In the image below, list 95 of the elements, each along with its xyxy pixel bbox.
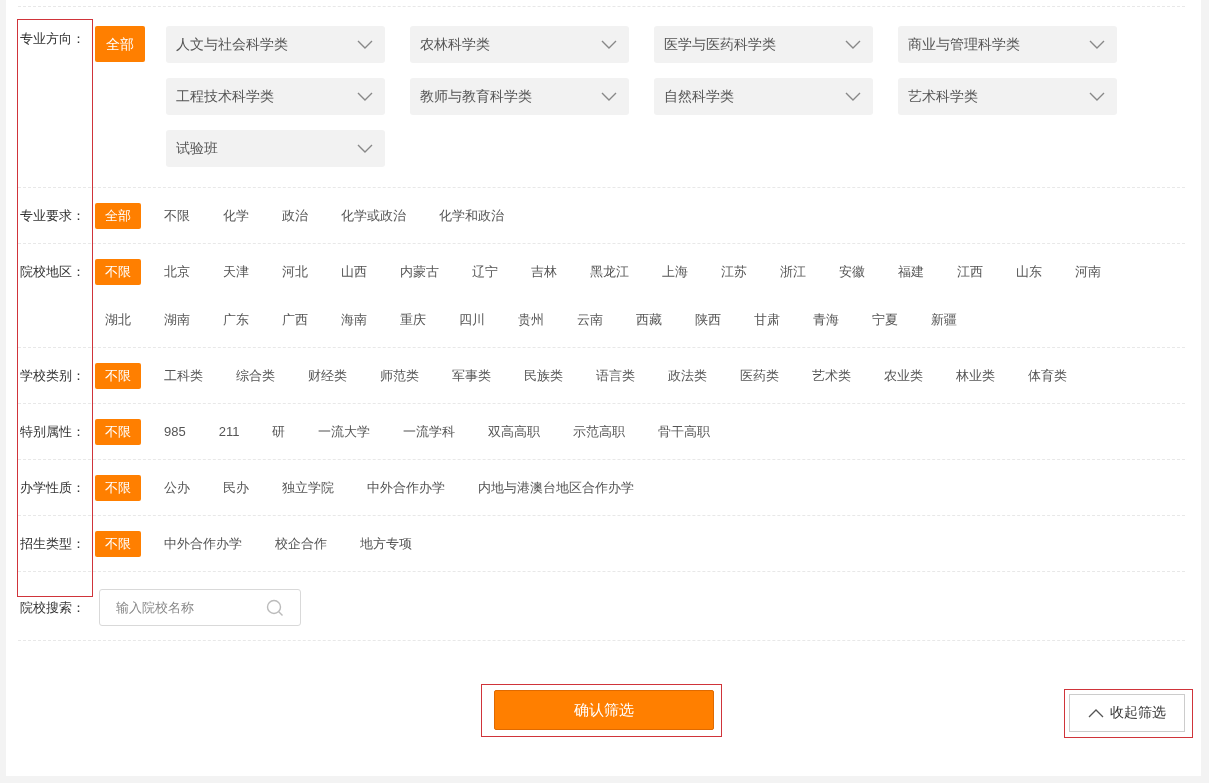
filter-option[interactable]: 民族类 [514, 363, 573, 389]
filter-option[interactable]: 林业类 [946, 363, 1005, 389]
filter-option[interactable]: 中外合作办学 [154, 531, 252, 557]
chevron-down-icon [1089, 91, 1105, 102]
filter-option[interactable]: 政法类 [658, 363, 717, 389]
filter-option[interactable]: 湖北 [95, 307, 141, 333]
filter-option[interactable]: 青海 [803, 307, 849, 333]
filter-option[interactable]: 一流学科 [393, 419, 466, 445]
filter-option[interactable]: 山东 [1006, 259, 1052, 285]
filter-option[interactable]: 甘肃 [744, 307, 790, 333]
category-dropdown[interactable]: 农林科学类 [410, 26, 629, 63]
filter-option[interactable]: 贵州 [508, 307, 554, 333]
category-dropdown[interactable]: 自然科学类 [654, 78, 873, 115]
filter-option[interactable]: 山西 [331, 259, 377, 285]
collapse-filter-button[interactable]: 收起筛选 [1069, 694, 1185, 732]
filter-option[interactable]: 艺术类 [802, 363, 861, 389]
category-dropdown[interactable]: 工程技术科学类 [166, 78, 385, 115]
filter-label: 办学性质： [20, 479, 86, 497]
school-search-field[interactable]: 输入院校名称 [99, 589, 301, 626]
filter-option[interactable]: 安徽 [829, 259, 875, 285]
filter-option[interactable]: 吉林 [521, 259, 567, 285]
filter-label: 特别属性： [20, 423, 86, 441]
filter-option[interactable]: 江苏 [711, 259, 757, 285]
filter-option[interactable]: 985 [154, 419, 196, 445]
category-dropdown[interactable]: 医学与医药科学类 [654, 26, 873, 63]
filter-label: 学校类别： [20, 367, 86, 385]
filter-option[interactable]: 一流大学 [308, 419, 381, 445]
category-dropdown[interactable]: 人文与社会科学类 [166, 26, 385, 63]
filter-option[interactable]: 广西 [272, 307, 318, 333]
filter-option[interactable]: 军事类 [442, 363, 501, 389]
chevron-down-icon [601, 91, 617, 102]
filter-option[interactable]: 化学 [213, 203, 259, 229]
chevron-down-icon [1089, 39, 1105, 50]
search-label: 院校搜索： [20, 598, 86, 617]
filter-option[interactable]: 河南 [1065, 259, 1111, 285]
filter-option[interactable]: 湖南 [154, 307, 200, 333]
filter-option[interactable]: 重庆 [390, 307, 436, 333]
chevron-down-icon [357, 91, 373, 102]
filter-option[interactable]: 广东 [213, 307, 259, 333]
filter-option[interactable]: 语言类 [586, 363, 645, 389]
filter-option[interactable]: 地方专项 [350, 531, 422, 557]
filter-option[interactable]: 云南 [567, 307, 613, 333]
filter-option[interactable]: 医药类 [730, 363, 789, 389]
filter-option[interactable]: 黑龙江 [580, 259, 639, 285]
filter-label: 专业方向： [20, 30, 86, 48]
chevron-down-icon [357, 143, 373, 154]
filter-option[interactable]: 211 [208, 419, 250, 445]
category-dropdown[interactable]: 商业与管理科学类 [898, 26, 1117, 63]
filter-option[interactable]: 民办 [213, 475, 259, 501]
filter-option[interactable]: 海南 [331, 307, 377, 333]
chevron-down-icon [357, 39, 373, 50]
filter-option[interactable]: 天津 [213, 259, 259, 285]
filter-option[interactable]: 财经类 [298, 363, 357, 389]
chevron-down-icon [845, 91, 861, 102]
filter-option[interactable]: 化学或政治 [331, 203, 416, 229]
filter-label: 院校地区： [20, 263, 86, 281]
filter-label: 招生类型： [20, 535, 86, 553]
chevron-down-icon [845, 39, 861, 50]
filter-option[interactable]: 中外合作办学 [357, 475, 455, 501]
search-icon [266, 599, 284, 617]
filter-option[interactable]: 政治 [272, 203, 318, 229]
filter-label: 专业要求： [20, 207, 86, 225]
filter-option[interactable]: 江西 [947, 259, 993, 285]
filter-option[interactable]: 西藏 [626, 307, 672, 333]
filter-option[interactable]: 福建 [888, 259, 934, 285]
filter-option[interactable]: 校企合作 [265, 531, 337, 557]
filter-option[interactable]: 独立学院 [272, 475, 344, 501]
filter-option[interactable]: 双高高职 [478, 419, 551, 445]
filter-option[interactable]: 综合类 [226, 363, 285, 389]
category-dropdown[interactable]: 试验班 [166, 130, 385, 167]
filter-option[interactable]: 公办 [154, 475, 200, 501]
filter-option[interactable]: 内蒙古 [390, 259, 449, 285]
filter-option[interactable]: 河北 [272, 259, 318, 285]
filter-option[interactable]: 北京 [154, 259, 200, 285]
category-dropdown[interactable]: 教师与教育科学类 [410, 78, 629, 115]
filter-option[interactable]: 工科类 [154, 363, 213, 389]
chevron-down-icon [601, 39, 617, 50]
filter-option[interactable]: 化学和政治 [429, 203, 514, 229]
caret-up-icon [1088, 708, 1104, 718]
filter-option[interactable]: 骨干高职 [648, 419, 721, 445]
filter-option[interactable]: 体育类 [1018, 363, 1077, 389]
filter-option[interactable]: 研 [262, 419, 296, 445]
filter-option[interactable]: 宁夏 [862, 307, 908, 333]
filter-option[interactable]: 四川 [449, 307, 495, 333]
filter-option[interactable]: 农业类 [874, 363, 933, 389]
filter-option[interactable]: 新疆 [921, 307, 967, 333]
filter-option[interactable]: 辽宁 [462, 259, 508, 285]
filter-option[interactable]: 陕西 [685, 307, 731, 333]
filter-option[interactable]: 不限 [154, 203, 200, 229]
category-dropdown[interactable]: 艺术科学类 [898, 78, 1117, 115]
filter-option[interactable]: 师范类 [370, 363, 429, 389]
filter-option[interactable]: 示范高职 [563, 419, 636, 445]
filter-option[interactable]: 浙江 [770, 259, 816, 285]
filter-option[interactable]: 内地与港澳台地区合作办学 [468, 475, 644, 501]
filter-option[interactable]: 上海 [652, 259, 698, 285]
